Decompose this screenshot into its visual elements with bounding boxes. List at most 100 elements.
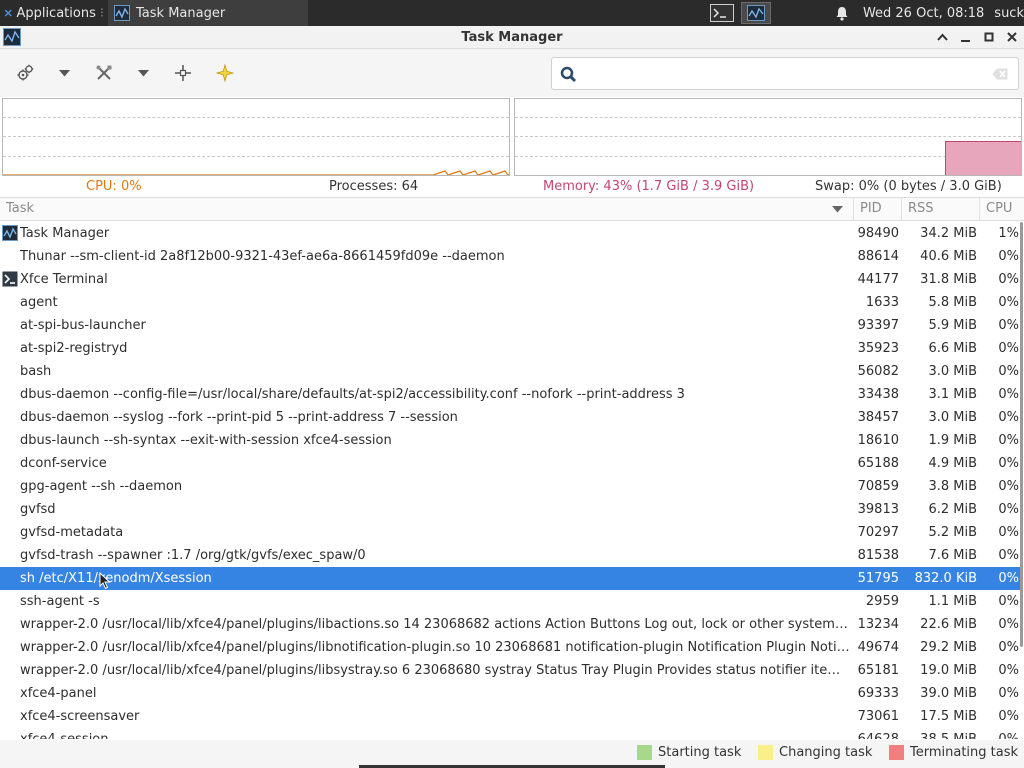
task-manager-icon	[2, 225, 18, 241]
highlight-button[interactable]	[212, 62, 238, 84]
cpu-cell: 0%	[998, 387, 1019, 402]
taskbar-task-manager-button[interactable]: Task Manager	[108, 0, 308, 26]
task-name-cell: wrapper-2.0 /usr/local/lib/xfce4/panel/p…	[20, 617, 852, 632]
settings-dropdown-button[interactable]	[56, 62, 72, 84]
cpu-cell: 0%	[998, 341, 1019, 356]
column-header-cpu[interactable]: CPU	[980, 198, 1024, 220]
applications-menu-button[interactable]: Applications ⁝	[0, 0, 108, 26]
table-row[interactable]: xfce4-session6462838.5 MiB 0%	[0, 728, 1020, 739]
rss-cell: 40.6 MiB	[920, 249, 977, 264]
settings-icon	[17, 64, 34, 81]
window-menu-icon[interactable]	[3, 28, 21, 46]
table-row[interactable]: xfce4-screensaver 73061 17.5 MiB 0%	[0, 705, 1020, 728]
table-row[interactable]: Thunar --sm-client-id 2a8f12b00-9321-43e…	[0, 245, 1020, 268]
task-manager-launcher-button[interactable]	[740, 2, 771, 24]
table-row[interactable]: Task Manager 98490 34.2 MiB 1%	[0, 222, 1020, 245]
cpu-cell: 0%	[998, 249, 1019, 264]
task-name-cell: agent	[20, 295, 58, 310]
task-name-cell: gvfsd	[20, 502, 56, 517]
minimize-button[interactable]	[957, 29, 974, 46]
task-name-cell: xfce4-session	[20, 728, 852, 739]
legend-terminating-label: Terminating task	[910, 745, 1019, 760]
processes-stat: Processes: 64	[329, 179, 419, 194]
task-manager-small-icon	[114, 5, 130, 21]
task-name-cell: dbus-daemon --config-file=/usr/local/sha…	[20, 387, 685, 402]
window-title: Task Manager	[461, 29, 563, 45]
cpu-graph	[2, 98, 510, 176]
dropdown-arrow-icon	[137, 69, 149, 76]
top-panel: Applications ⁝ Task Manager Wed 26 Oct, …	[0, 0, 1024, 26]
table-row[interactable]: at-spi2-registryd 35923 6.6 MiB 0%	[0, 337, 1020, 360]
tools-button[interactable]	[91, 62, 117, 84]
pid-cell: 56082	[857, 364, 899, 379]
vertical-scrollbar[interactable]	[1020, 222, 1023, 647]
table-row[interactable]: at-spi-bus-launcher 93397 5.9 MiB 0%	[0, 314, 1020, 337]
pid-cell: 39813	[857, 502, 899, 517]
memory-graph	[514, 98, 1022, 176]
table-row[interactable]: gvfsd-trash --spawner :1.7 /org/gtk/gvfs…	[0, 544, 1020, 567]
rss-cell: 39.0 MiB	[920, 686, 977, 701]
maximize-button[interactable]	[980, 29, 997, 46]
table-row[interactable]: ssh-agent -s 2959 1.1 MiB 0%	[0, 590, 1020, 613]
stats-bar: CPU: 0% Processes: 64 Memory: 43% (1.7 G…	[0, 178, 1024, 196]
pid-cell: 81538	[857, 548, 899, 563]
xfce-logo-icon	[4, 9, 12, 17]
rss-cell: 19.0 MiB	[920, 663, 977, 678]
table-row[interactable]: bash 56082 3.0 MiB 0%	[0, 360, 1020, 383]
rss-cell: 4.9 MiB	[928, 456, 977, 471]
bell-icon	[836, 6, 848, 21]
column-pid-label: PID	[860, 201, 882, 216]
table-row[interactable]: gvfsd-metadata 70297 5.2 MiB 0%	[0, 521, 1020, 544]
cpu-cell: 0%	[982, 728, 1019, 739]
tools-dropdown-button[interactable]	[135, 62, 151, 84]
table-row[interactable]: dconf-service 65188 4.9 MiB 0%	[0, 452, 1020, 475]
task-name-cell: Thunar --sm-client-id 2a8f12b00-9321-43e…	[20, 249, 505, 264]
table-row[interactable]: xfce4-panel 69333 39.0 MiB 0%	[0, 682, 1020, 705]
pid-cell: 65188	[857, 456, 899, 471]
task-name-cell: wrapper-2.0 /usr/local/lib/xfce4/panel/p…	[20, 640, 850, 655]
clear-search-icon[interactable]	[992, 68, 1008, 80]
column-header-task[interactable]: Task	[0, 198, 854, 220]
shade-button[interactable]	[934, 29, 951, 46]
table-row[interactable]: wrapper-2.0 /usr/local/lib/xfce4/panel/p…	[0, 613, 1020, 636]
table-row[interactable]: dbus-launch --sh-syntax --exit-with-sess…	[0, 429, 1020, 452]
rss-cell: 1.1 MiB	[928, 594, 977, 609]
table-row[interactable]: dbus-daemon --syslog --fork --print-pid …	[0, 406, 1020, 429]
pid-cell: 13234	[857, 617, 899, 632]
table-row[interactable]: dbus-daemon --config-file=/usr/local/sha…	[0, 383, 1020, 406]
window-titlebar[interactable]: Task Manager	[0, 26, 1024, 49]
column-header-pid[interactable]: PID	[854, 198, 902, 220]
settings-button[interactable]	[12, 62, 38, 84]
notification-button[interactable]	[829, 6, 855, 21]
table-row[interactable]: agent 1633 5.8 MiB 0%	[0, 291, 1020, 314]
select-window-button[interactable]	[170, 62, 196, 84]
table-row[interactable]: sh /etc/X11/xenodm/Xsession 51795 832.0 Ki…	[0, 567, 1020, 590]
rss-cell: 34.2 MiB	[920, 226, 977, 241]
table-row[interactable]: wrapper-2.0 /usr/local/lib/xfce4/panel/p…	[0, 636, 1020, 659]
search-input[interactable]	[584, 62, 984, 86]
panel-user[interactable]: suck	[994, 6, 1024, 21]
chevron-up-icon	[937, 33, 948, 41]
rss-cell: 29.2 MiB	[920, 640, 977, 655]
close-button[interactable]	[1003, 29, 1020, 46]
memory-stat: Memory: 43% (1.7 GiB / 3.9 GiB)	[543, 179, 755, 194]
rss-cell: 22.6 MiB	[920, 617, 977, 632]
column-header-rss[interactable]: RSS	[902, 198, 980, 220]
legend-bar: Starting task Changing task Terminating …	[0, 740, 1024, 768]
table-row[interactable]: Xfce Terminal 44177 31.8 MiB 0%	[0, 268, 1020, 291]
rss-cell: 3.0 MiB	[928, 364, 977, 379]
starting-swatch	[637, 745, 652, 760]
rss-cell: 7.6 MiB	[928, 548, 977, 563]
panel-clock[interactable]: Wed 26 Oct, 08:18	[863, 6, 984, 21]
cpu-cell: 0%	[998, 364, 1019, 379]
pid-cell: 18610	[857, 433, 899, 448]
terminal-launcher-button[interactable]	[707, 2, 737, 24]
legend-changing: Changing task	[758, 745, 872, 760]
search-box[interactable]	[551, 57, 1019, 90]
table-row[interactable]: gpg-agent --sh --daemon 70859 3.8 MiB 0%	[0, 475, 1020, 498]
table-row[interactable]: wrapper-2.0 /usr/local/lib/xfce4/panel/p…	[0, 659, 1020, 682]
task-name-cell: wrapper-2.0 /usr/local/lib/xfce4/panel/p…	[20, 663, 852, 678]
task-table[interactable]: Task Manager 98490 34.2 MiB 1% Thunar --sm-c…	[0, 222, 1024, 739]
table-row[interactable]: gvfsd 39813 6.2 MiB 0%	[0, 498, 1020, 521]
pid-cell: 35923	[857, 341, 899, 356]
